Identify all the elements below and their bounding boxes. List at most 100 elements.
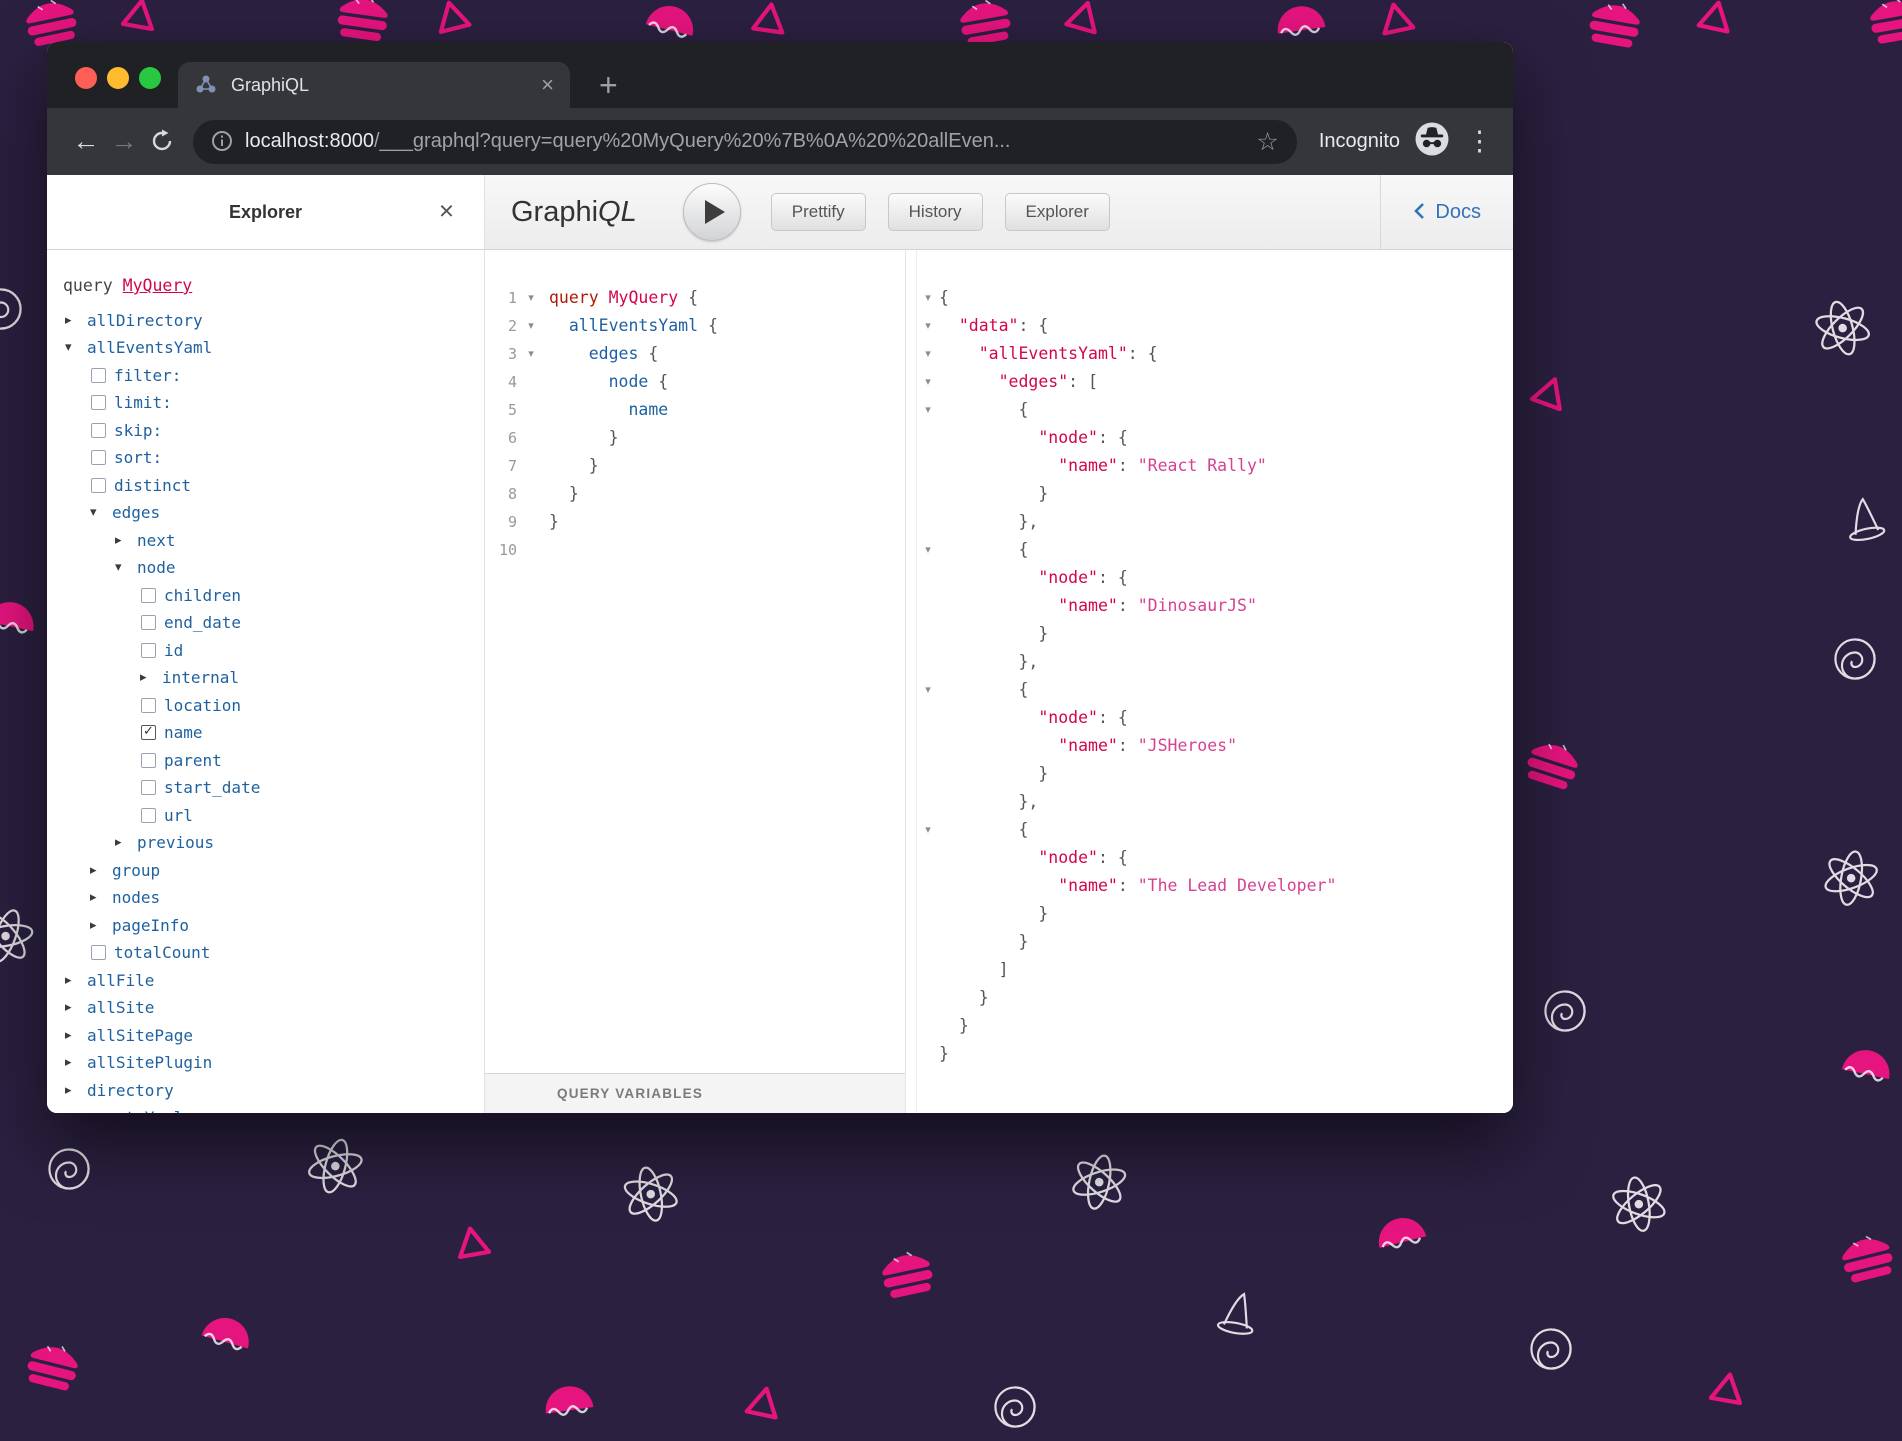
fold-arrow-icon[interactable]: ▾: [917, 536, 939, 564]
new-tab-button[interactable]: +: [599, 70, 618, 100]
fold-arrow-icon[interactable]: ▾: [917, 396, 939, 424]
browser-tab[interactable]: GraphiQL ×: [178, 62, 570, 108]
checkbox[interactable]: [91, 423, 106, 438]
tree-item-next[interactable]: ▸next: [63, 527, 484, 555]
expand-arrow-icon[interactable]: ▸: [115, 829, 137, 857]
expand-arrow-icon[interactable]: ▸: [65, 1049, 87, 1077]
collapse-arrow-icon[interactable]: ▾: [65, 334, 87, 362]
tree-item-name[interactable]: ✓name: [63, 719, 484, 747]
maximize-window-button[interactable]: [139, 67, 161, 89]
fold-arrow-icon[interactable]: ▾: [521, 340, 541, 368]
tree-item-skip[interactable]: skip:: [63, 417, 484, 445]
collapse-arrow-icon[interactable]: ▾: [115, 554, 137, 582]
graphiql-logo: GraphiQL: [511, 196, 637, 229]
prettify-button[interactable]: Prettify: [771, 193, 866, 231]
docs-label: Docs: [1435, 201, 1481, 224]
expand-arrow-icon[interactable]: ▸: [115, 527, 137, 555]
fold-arrow-icon[interactable]: ▾: [917, 284, 939, 312]
execute-query-button[interactable]: [683, 183, 741, 241]
browser-menu-icon[interactable]: ⋮: [1466, 126, 1493, 157]
fold-arrow-icon[interactable]: ▾: [917, 368, 939, 396]
tree-item-allSitePlugin[interactable]: ▸allSitePlugin: [63, 1049, 484, 1077]
checkbox[interactable]: [141, 615, 156, 630]
expand-arrow-icon[interactable]: ▸: [90, 857, 112, 885]
collapse-arrow-icon[interactable]: ▾: [90, 499, 112, 527]
tree-item-directory[interactable]: ▸directory: [63, 1077, 484, 1105]
tree-item-pageInfo[interactable]: ▸pageInfo: [63, 912, 484, 940]
tree-item-start_date[interactable]: start_date: [63, 774, 484, 802]
tree-item-location[interactable]: location: [63, 692, 484, 720]
query-editor[interactable]: 1▾query MyQuery {2▾ allEventsYaml {3▾ ed…: [485, 250, 905, 1073]
tree-item-filter[interactable]: filter:: [63, 362, 484, 390]
tree-item-allSite[interactable]: ▸allSite: [63, 994, 484, 1022]
graphiql-topbar: Explorer × GraphiQL Prettify History Exp…: [47, 175, 1513, 250]
tree-item-previous[interactable]: ▸previous: [63, 829, 484, 857]
bookmark-star-icon[interactable]: ☆: [1256, 127, 1278, 157]
checkbox[interactable]: [141, 698, 156, 713]
pane-resizer[interactable]: [905, 250, 917, 1113]
checkbox-checked[interactable]: ✓: [141, 725, 156, 740]
expand-arrow-icon[interactable]: ▸: [140, 664, 162, 692]
tree-item-limit[interactable]: limit:: [63, 389, 484, 417]
tree-item-allFile[interactable]: ▸allFile: [63, 967, 484, 995]
tree-item-eventsYaml[interactable]: ▸eventsYaml: [63, 1104, 484, 1113]
tree-item-children[interactable]: children: [63, 582, 484, 610]
checkbox[interactable]: [141, 643, 156, 658]
fold-arrow-icon[interactable]: ▾: [917, 340, 939, 368]
explorer-toggle-button[interactable]: Explorer: [1005, 193, 1110, 231]
expand-arrow-icon[interactable]: ▸: [90, 912, 112, 940]
variables-bar[interactable]: QUERY VARIABLES: [485, 1073, 905, 1113]
tree-item-parent[interactable]: parent: [63, 747, 484, 775]
expand-arrow-icon[interactable]: ▸: [65, 994, 87, 1022]
tree-item-sort[interactable]: sort:: [63, 444, 484, 472]
expand-arrow-icon[interactable]: ▸: [65, 967, 87, 995]
tree-item-distinct[interactable]: distinct: [63, 472, 484, 500]
expand-arrow-icon[interactable]: ▸: [65, 1104, 87, 1113]
tree-item-nodes[interactable]: ▸nodes: [63, 884, 484, 912]
checkbox[interactable]: [91, 368, 106, 383]
history-button[interactable]: History: [888, 193, 983, 231]
address-bar[interactable]: localhost:8000/___graphql?query=query%20…: [193, 120, 1297, 164]
fold-arrow-icon[interactable]: ▾: [521, 284, 541, 312]
checkbox[interactable]: [141, 780, 156, 795]
query-name[interactable]: MyQuery: [123, 276, 193, 295]
reload-icon[interactable]: [143, 126, 181, 157]
back-icon[interactable]: ←: [67, 126, 105, 157]
fold-arrow-icon[interactable]: ▾: [917, 816, 939, 844]
tree-item-node[interactable]: ▾node: [63, 554, 484, 582]
tab-close-icon[interactable]: ×: [541, 74, 554, 96]
checkbox[interactable]: [141, 808, 156, 823]
minimize-window-button[interactable]: [107, 67, 129, 89]
checkbox[interactable]: [91, 450, 106, 465]
expand-arrow-icon[interactable]: ▸: [90, 884, 112, 912]
close-window-button[interactable]: [75, 67, 97, 89]
page-info-icon[interactable]: [211, 130, 233, 153]
fold-arrow-icon[interactable]: ▾: [521, 312, 541, 340]
tree-item-internal[interactable]: ▸internal: [63, 664, 484, 692]
tree-item-totalCount[interactable]: totalCount: [63, 939, 484, 967]
explorer-close-icon[interactable]: ×: [439, 195, 454, 226]
expand-arrow-icon[interactable]: ▸: [65, 1077, 87, 1105]
atom-doodle-icon: [0, 894, 48, 982]
fold-arrow-icon[interactable]: ▾: [917, 676, 939, 704]
docs-link[interactable]: Docs: [1380, 175, 1513, 249]
tree-item-id[interactable]: id: [63, 637, 484, 665]
tree-item-end_date[interactable]: end_date: [63, 609, 484, 637]
expand-arrow-icon[interactable]: ▸: [65, 307, 87, 335]
forward-icon[interactable]: →: [105, 126, 143, 157]
tree-item-url[interactable]: url: [63, 802, 484, 830]
tree-item-allEventsYaml[interactable]: ▾allEventsYaml: [63, 334, 484, 362]
checkbox[interactable]: [91, 395, 106, 410]
tree-item-allSitePage[interactable]: ▸allSitePage: [63, 1022, 484, 1050]
query-name-row[interactable]: queryMyQuery: [63, 272, 484, 300]
tree-item-group[interactable]: ▸group: [63, 857, 484, 885]
tree-item-allDirectory[interactable]: ▸allDirectory: [63, 307, 484, 335]
tree-item-edges[interactable]: ▾edges: [63, 499, 484, 527]
checkbox[interactable]: [141, 753, 156, 768]
checkbox[interactable]: [91, 478, 106, 493]
checkbox[interactable]: [141, 588, 156, 603]
fold-arrow-icon[interactable]: ▾: [917, 312, 939, 340]
tri-doodle-icon: [448, 1219, 498, 1273]
expand-arrow-icon[interactable]: ▸: [65, 1022, 87, 1050]
checkbox[interactable]: [91, 945, 106, 960]
